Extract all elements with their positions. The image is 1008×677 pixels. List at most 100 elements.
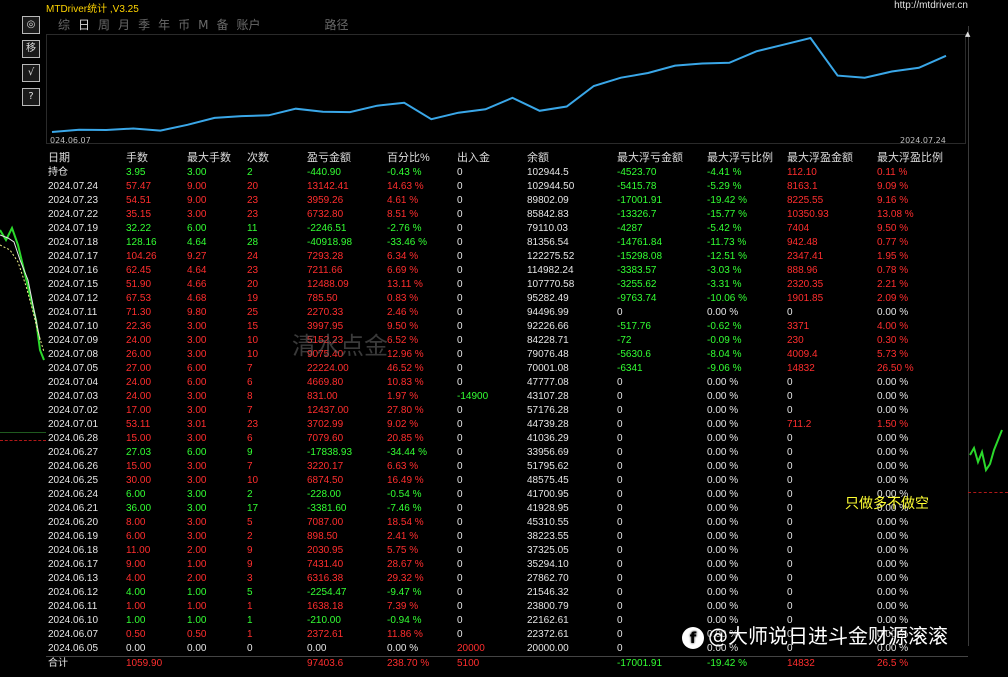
column-header[interactable]: 最大浮亏金额: [617, 151, 683, 166]
table-cell: 7: [247, 363, 253, 374]
table-row[interactable]: 2024.07.18 128.16 4.64 28 -40918.98 -33.46 % 0…: [46, 236, 968, 250]
table-cell: 2320.35: [787, 279, 824, 290]
website-link[interactable]: http://mtdriver.cn: [894, 0, 968, 11]
table-row[interactable]: 2024.06.12 4.00 1.00 5 -2254.47 -9.47 % 0 21546…: [46, 586, 968, 600]
table-cell: 15.00: [126, 433, 152, 444]
table-row[interactable]: 2024.06.27 27.03 6.00 9 -17838.93 -34.44 % 0 33…: [46, 446, 968, 460]
column-header[interactable]: 最大浮亏比例: [707, 151, 773, 166]
table-cell: 29.32 %: [387, 573, 424, 584]
table-row[interactable]: 2024.07.22 35.15 3.00 23 6732.80 8.51 % 0 85842…: [46, 208, 968, 222]
move-button[interactable]: 移: [22, 40, 40, 58]
target-icon[interactable]: ◎: [22, 16, 40, 34]
table-cell: 0: [617, 447, 623, 458]
column-header[interactable]: 最大手数: [187, 151, 231, 166]
table-row[interactable]: 2024.06.17 9.00 1.00 9 7431.40 28.67 % 0 35294.…: [46, 558, 968, 572]
table-row[interactable]: 2024.07.24 57.47 9.00 20 13142.41 14.63 % 0 102…: [46, 180, 968, 194]
table-cell: 2024.06.27: [48, 447, 99, 458]
table-cell: 2024.06.25: [48, 475, 99, 486]
column-header[interactable]: 手数: [126, 151, 148, 166]
table-cell: 2024.07.12: [48, 293, 99, 304]
table-cell: 6: [247, 433, 253, 444]
table-row[interactable]: 2024.07.04 24.00 6.00 6 4669.80 10.83 % 0 47777…: [46, 376, 968, 390]
table-cell: 2024.06.11: [48, 601, 98, 612]
column-header[interactable]: 最大浮盈比例: [877, 151, 943, 166]
column-header[interactable]: 日期: [48, 151, 70, 166]
table-cell: 2024.07.10: [48, 321, 99, 332]
table-cell: 2024.06.19: [48, 531, 99, 542]
table-row[interactable]: 2024.07.03 24.00 3.00 8 831.00 1.97 % -14900 43…: [46, 390, 968, 404]
table-row[interactable]: 2024.07.16 62.45 4.64 23 7211.66 6.69 % 0 11498…: [46, 264, 968, 278]
tab-summary[interactable]: 综: [58, 16, 70, 34]
tab-account[interactable]: 账户: [236, 16, 260, 34]
table-cell: 0.00 %: [707, 419, 739, 430]
tab-notes[interactable]: 备: [216, 16, 228, 34]
help-button[interactable]: ?: [22, 88, 40, 106]
table-row[interactable]: 2024.06.19 6.00 3.00 2 898.50 2.41 % 0 38223.55…: [46, 530, 968, 544]
tab-year[interactable]: 年: [158, 16, 170, 34]
table-cell: 1.50 %: [877, 419, 909, 430]
table-row[interactable]: 2024.07.05 27.00 6.00 7 22224.00 46.52 % 0 7000…: [46, 362, 968, 376]
table-cell: 0: [457, 587, 463, 598]
table-cell: 0: [787, 461, 793, 472]
table-cell: 1: [247, 615, 253, 626]
table-row[interactable]: 2024.07.19 32.22 6.00 11 -2246.51 -2.76 % 0 791…: [46, 222, 968, 236]
table-cell: 112.10: [787, 167, 817, 178]
table-row[interactable]: 2024.06.20 8.00 3.00 5 7087.00 18.54 % 0 45310.…: [46, 516, 968, 530]
table-row[interactable]: 2024.06.21 36.00 3.00 17 -3381.60 -7.46 % 0 419…: [46, 502, 968, 516]
table-cell: 0: [617, 475, 623, 486]
table-row[interactable]: 2024.07.01 53.11 3.01 23 3702.99 9.02 % 0 44739…: [46, 418, 968, 432]
tab-day[interactable]: 日: [78, 16, 90, 34]
table-row[interactable]: 2024.06.11 1.00 1.00 1 1638.18 7.39 % 0 23800.7…: [46, 600, 968, 614]
table-row[interactable]: 2024.07.08 26.00 3.00 10 9075.40 12.96 % 0 7907…: [46, 348, 968, 362]
check-button[interactable]: √: [22, 64, 40, 82]
table-cell: 0.77 %: [877, 237, 909, 248]
table-row[interactable]: 2024.07.10 22.36 3.00 15 3997.95 9.50 % 0 92226…: [46, 320, 968, 334]
table-row[interactable]: 2024.07.11 71.30 9.80 25 2270.33 2.46 % 0 94496…: [46, 306, 968, 320]
column-header[interactable]: 百分比%: [387, 151, 430, 166]
tab-month[interactable]: 月: [118, 16, 130, 34]
table-cell: 9.09 %: [877, 181, 909, 192]
table-cell: 9.00: [187, 195, 207, 206]
table-row[interactable]: 2024.07.09 24.00 3.00 10 5152.23 6.52 % 0 84228…: [46, 334, 968, 348]
table-cell: 94496.99: [527, 307, 569, 318]
table-cell: -9763.74: [617, 293, 657, 304]
table-cell: 9: [247, 447, 253, 458]
scrollbar-track[interactable]: [968, 26, 969, 646]
column-header[interactable]: 次数: [247, 151, 269, 166]
table-row[interactable]: 2024.06.25 30.00 3.00 10 6874.50 16.49 % 0 4857…: [46, 474, 968, 488]
table-cell: 0: [457, 321, 463, 332]
table-row[interactable]: 2024.07.02 17.00 3.00 7 12437.00 27.80 % 0 5717…: [46, 404, 968, 418]
tab-week[interactable]: 周: [98, 16, 110, 34]
table-cell: 1.97 %: [387, 391, 419, 402]
tab-currency[interactable]: 币: [178, 16, 190, 34]
table-row[interactable]: 2024.07.12 67.53 4.68 19 785.50 0.83 % 0 95282.…: [46, 292, 968, 306]
table-cell: 0: [457, 461, 463, 472]
x-axis-start-label: 024.06.07: [50, 136, 91, 145]
column-header[interactable]: 最大浮盈金额: [787, 151, 853, 166]
table-cell: 28: [247, 237, 259, 248]
table-row[interactable]: 2024.07.23 54.51 9.00 23 3959.26 4.61 % 0 89802…: [46, 194, 968, 208]
table-cell: 21546.32: [527, 587, 569, 598]
table-header: 日期 手数 最大手数 次数 盈亏金额 百分比% 出入金 余额 最大浮亏金额 最大…: [46, 151, 968, 166]
side-toolbar: ◎ 移 √ ?: [22, 16, 42, 112]
table-row[interactable]: 2024.07.17 104.26 9.27 24 7293.28 6.34 % 0 1222…: [46, 250, 968, 264]
tab-magic[interactable]: M: [198, 16, 208, 34]
table-row[interactable]: 2024.06.24 6.00 3.00 2 -228.00 -0.54 % 0 41700.…: [46, 488, 968, 502]
column-header[interactable]: 出入金: [457, 151, 490, 166]
table-row[interactable]: 2024.06.26 15.00 3.00 7 3220.17 6.63 % 0 51795.…: [46, 460, 968, 474]
table-row[interactable]: 2024.06.18 11.00 2.00 9 2030.95 5.75 % 0 37325.…: [46, 544, 968, 558]
table-row[interactable]: 2024.07.15 51.90 4.66 20 12488.09 13.11 % 0 107…: [46, 278, 968, 292]
table-cell: -5415.78: [617, 181, 657, 192]
table-row[interactable]: 持仓 3.95 3.00 2 -440.90 -0.43 % 0 102944.5 -4523.…: [46, 166, 968, 180]
table-cell: 1901.85: [787, 293, 824, 304]
scroll-up-icon[interactable]: ▲: [965, 30, 970, 38]
column-header[interactable]: 余额: [527, 151, 549, 166]
column-header[interactable]: 盈亏金额: [307, 151, 351, 166]
table-row[interactable]: 2024.06.13 4.00 2.00 3 6316.38 29.32 % 0 27862.…: [46, 572, 968, 586]
table-cell: 20000.00: [527, 643, 569, 654]
table-cell: 230: [787, 335, 804, 346]
tab-path[interactable]: 路径: [325, 16, 349, 34]
tab-quarter[interactable]: 季: [138, 16, 150, 34]
table-row[interactable]: 2024.06.28 15.00 3.00 6 7079.60 20.85 % 0 41036…: [46, 432, 968, 446]
table-cell: 0: [457, 363, 463, 374]
